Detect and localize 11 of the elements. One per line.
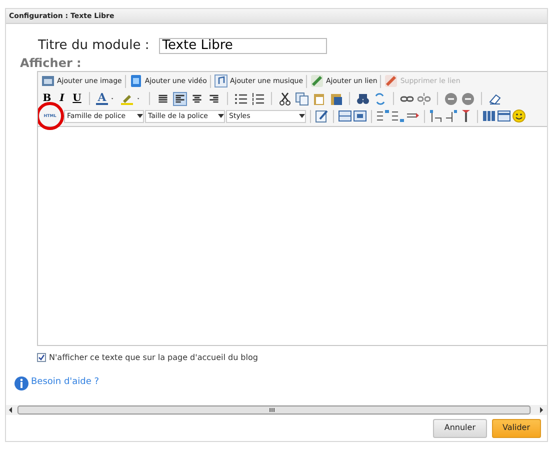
font-color-button[interactable]: A <box>96 92 108 105</box>
confirm-button[interactable]: Valider <box>492 418 541 438</box>
section-label: Afficher : <box>20 56 82 70</box>
format-button[interactable]: U <box>71 92 83 104</box>
field-label: Titre du module : <box>38 37 150 55</box>
format-button[interactable]: I <box>56 92 68 104</box>
title-input[interactable]: Texte Libre <box>159 38 328 54</box>
cancel-button[interactable]: Annuler <box>433 418 486 438</box>
checkbox-label: N'afficher ce texte que sur la page d'accueil du blog <box>49 352 258 364</box>
help-link[interactable]: Besoin d'aide ? <box>31 376 100 390</box>
format-button[interactable]: B <box>41 92 53 104</box>
